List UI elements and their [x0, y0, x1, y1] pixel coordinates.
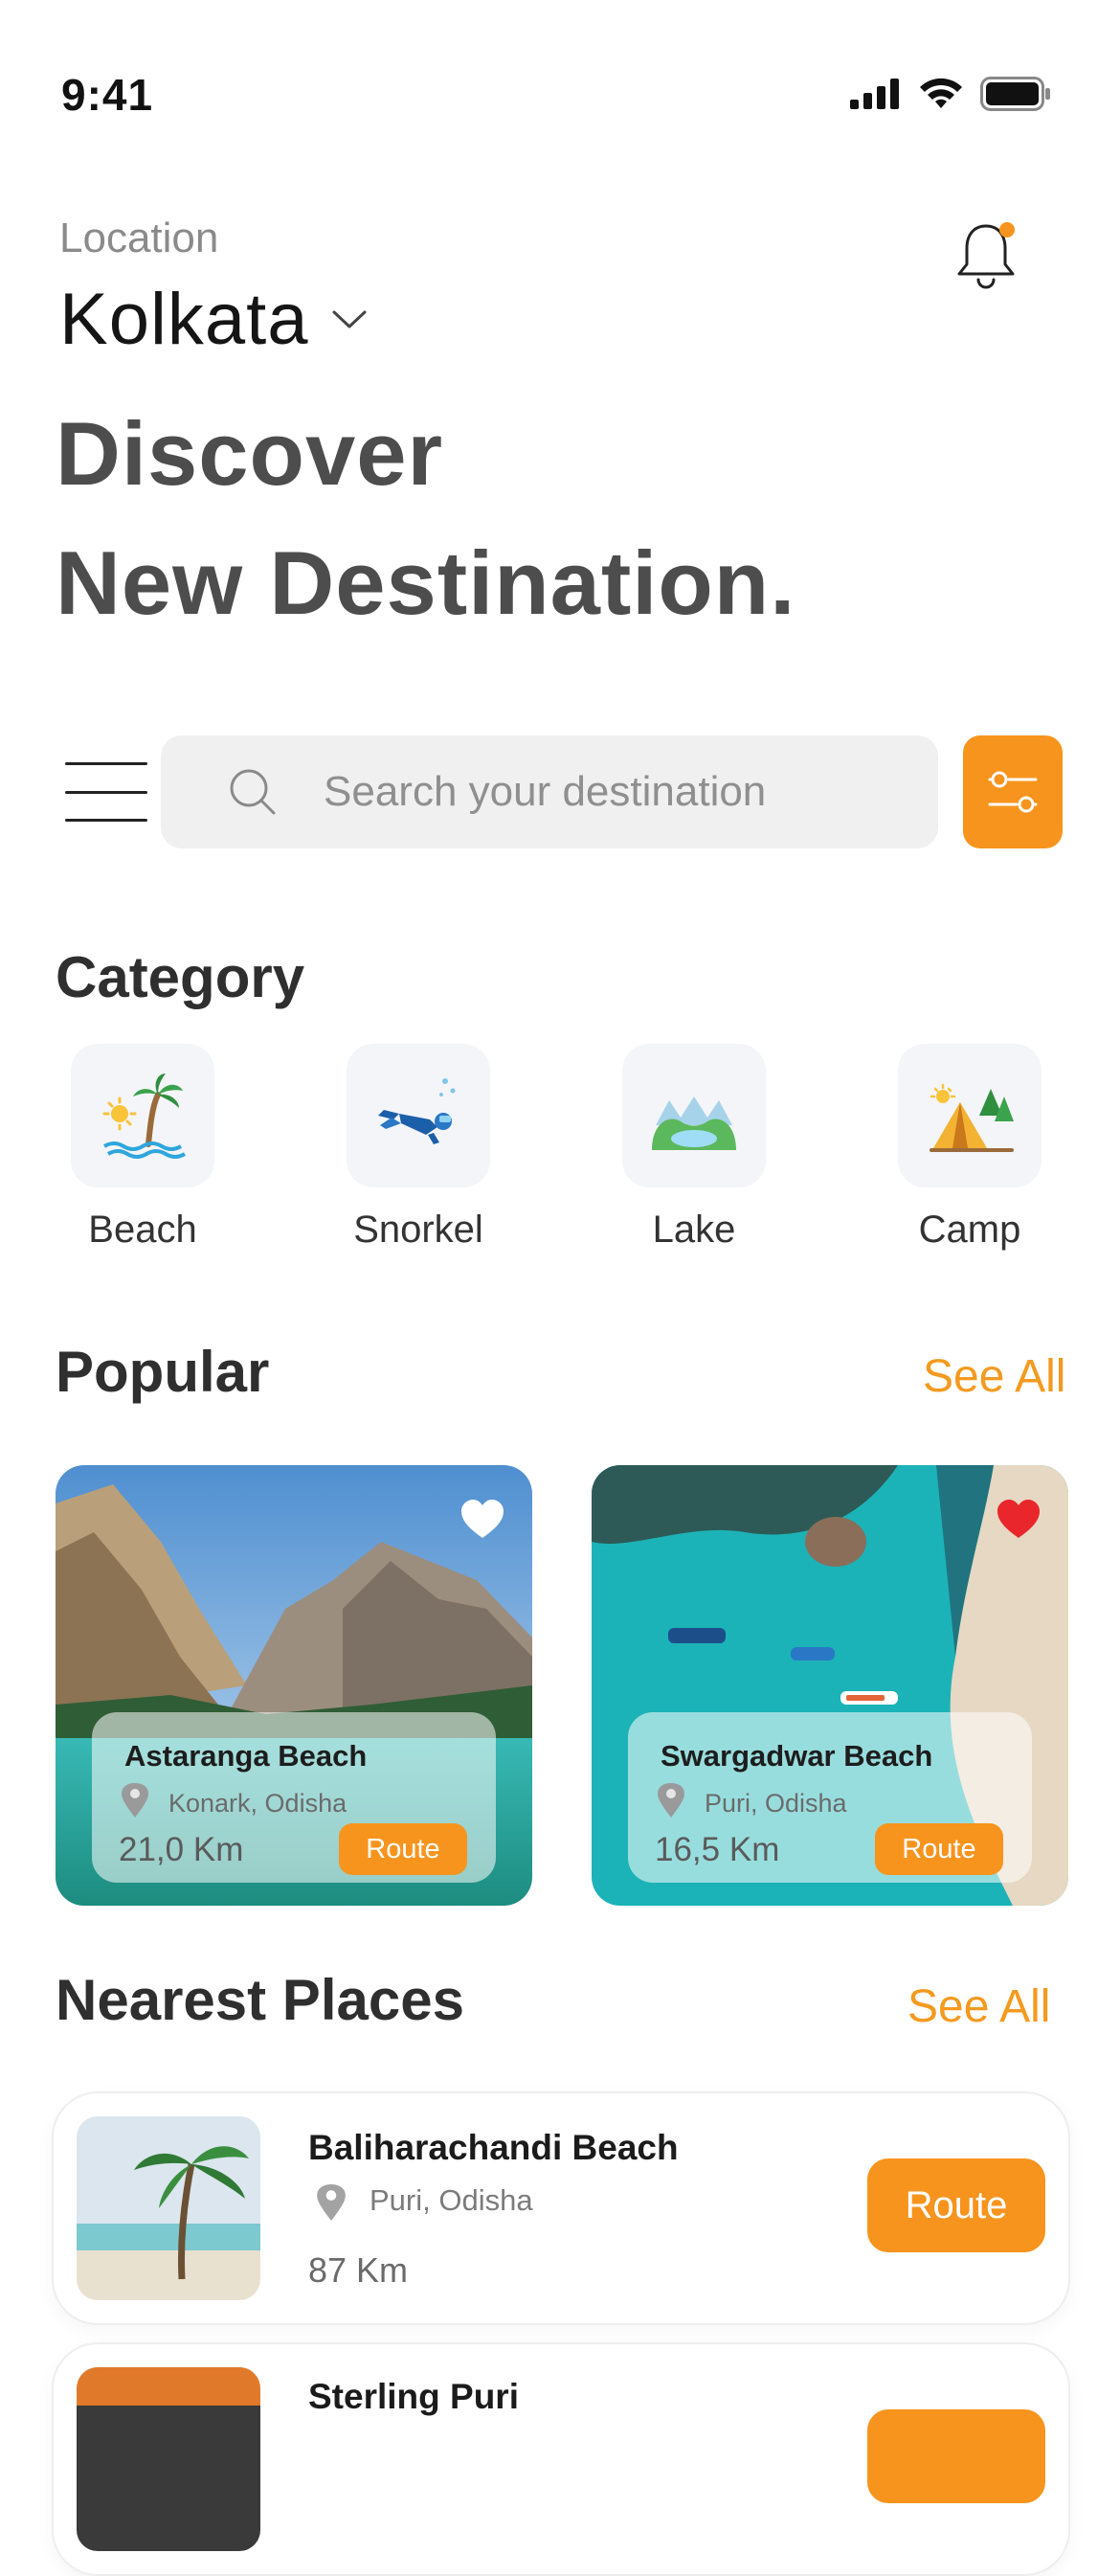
filter-button[interactable] [963, 735, 1063, 848]
category-title: Category [56, 945, 305, 1009]
location-pin-icon [658, 1783, 684, 1818]
snorkel-icon [378, 1078, 456, 1144]
place-location: Puri, Odisha [370, 2183, 533, 2217]
location-pin-icon [317, 2183, 346, 2222]
nearest-title: Nearest Places [56, 1968, 464, 2032]
nearest-see-all-link[interactable]: See All [907, 1980, 1050, 2033]
card-info-panel: Astaranga Beach Konark, Odisha 21,0 Km R… [92, 1712, 496, 1883]
category-label: Camp [918, 1209, 1021, 1251]
category-beach[interactable]: Beach [71, 1044, 214, 1252]
category-label: Beach [88, 1209, 197, 1251]
route-button[interactable]: Route [339, 1823, 467, 1875]
search-icon [230, 769, 276, 815]
place-name: Baliharachandi Beach [308, 2128, 679, 2167]
favorite-heart-icon[interactable] [996, 1498, 1042, 1540]
lake-icon [652, 1096, 736, 1150]
popular-title: Popular [56, 1340, 270, 1404]
card-distance: 21,0 Km [119, 1831, 244, 1868]
place-distance: 87 Km [308, 2250, 409, 2290]
menu-icon[interactable] [65, 762, 147, 822]
favorite-heart-icon[interactable] [459, 1498, 505, 1540]
filter-sliders-icon [988, 771, 1038, 813]
card-place-name: Astaranga Beach [124, 1739, 368, 1773]
headline-line-1: Discover [56, 403, 444, 504]
location-label: Location [59, 215, 219, 261]
category-camp[interactable]: Camp [898, 1044, 1042, 1252]
card-place-location: Puri, Odisha [705, 1789, 847, 1818]
city-name: Kolkata [59, 279, 309, 360]
place-thumbnail [77, 2116, 260, 2300]
wifi-icon [920, 78, 962, 108]
chevron-down-icon [332, 310, 366, 328]
location-selector[interactable]: Kolkata [59, 278, 369, 361]
palm-beach-image [77, 2116, 260, 2300]
category-lake[interactable]: Lake [622, 1044, 766, 1252]
headline-line-2: New Destination. [56, 532, 796, 633]
card-info-panel: Swargadwar Beach Puri, Odisha 16,5 Km Ro… [628, 1712, 1032, 1883]
camp-icon [930, 1083, 1014, 1152]
place-thumbnail [77, 2367, 260, 2551]
notification-bell-icon[interactable] [948, 216, 1024, 293]
battery-icon [980, 77, 1050, 111]
category-label: Lake [652, 1209, 736, 1251]
card-place-location: Konark, Odisha [168, 1789, 347, 1818]
category-label: Snorkel [353, 1209, 483, 1251]
sunset-sea-image [77, 2367, 260, 2551]
popular-card-swargadwar[interactable]: Swargadwar Beach Puri, Odisha 16,5 Km Ro… [592, 1465, 1068, 1906]
place-name: Sterling Puri [308, 2377, 519, 2416]
beach-icon [102, 1073, 187, 1159]
status-icons [850, 73, 1051, 115]
route-button[interactable]: Route [867, 2158, 1045, 2252]
nearest-item-sterling-puri[interactable]: Sterling Puri [52, 2342, 1070, 2576]
card-place-name: Swargadwar Beach [661, 1739, 933, 1773]
status-time: 9:41 [61, 70, 154, 120]
search-bar[interactable] [161, 735, 938, 848]
route-button[interactable] [867, 2409, 1045, 2503]
category-snorkel[interactable]: Snorkel [347, 1044, 490, 1252]
popular-see-all-link[interactable]: See All [923, 1350, 1065, 1403]
search-input[interactable] [322, 767, 900, 817]
popular-card-astaranga[interactable]: Astaranga Beach Konark, Odisha 21,0 Km R… [56, 1465, 532, 1906]
route-button[interactable]: Route [875, 1823, 1003, 1875]
cellular-signal-icon [850, 79, 899, 109]
card-distance: 16,5 Km [655, 1831, 780, 1868]
location-pin-icon [122, 1783, 148, 1818]
nearest-item-baliharachandi[interactable]: Baliharachandi Beach Puri, Odisha 87 Km … [52, 2091, 1070, 2325]
